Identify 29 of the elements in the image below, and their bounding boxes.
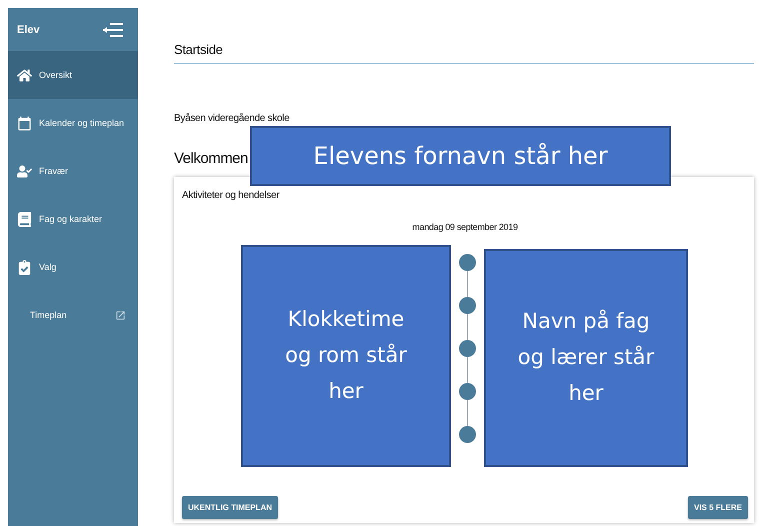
timeline-dot bbox=[459, 254, 476, 271]
sidebar-item[interactable]: Valg bbox=[8, 243, 138, 291]
sidebar-item[interactable]: Oversikt bbox=[8, 51, 138, 99]
card-title: Aktiviteter og hendelser bbox=[182, 190, 280, 201]
person-check-icon bbox=[17, 164, 32, 178]
weekly-schedule-button[interactable]: UKENTLIG TIMEPLAN bbox=[182, 496, 278, 519]
subject-overlay: Navn på fag og lærer står her bbox=[484, 249, 688, 467]
show-more-button[interactable]: VIS 5 FLERE bbox=[688, 496, 748, 519]
clipboard-check-icon bbox=[17, 260, 32, 274]
timeline-dot bbox=[459, 426, 476, 443]
sidebar-item[interactable]: Kalender og timeplan bbox=[8, 99, 138, 147]
timeline-dot bbox=[459, 340, 476, 357]
sidebar-item[interactable]: Fravær bbox=[8, 147, 138, 195]
name-overlay: Elevens fornavn står her bbox=[250, 126, 671, 186]
welcome-heading: Velkommen bbox=[174, 150, 248, 166]
time-overlay: Klokketime og rom står her bbox=[241, 245, 451, 467]
external-link-icon bbox=[115, 310, 126, 320]
book-icon bbox=[17, 212, 32, 226]
page-title: Startside bbox=[174, 42, 223, 57]
sidebar-title: Elev bbox=[17, 24, 40, 36]
home-icon bbox=[17, 68, 32, 82]
timeline-dot bbox=[459, 297, 476, 314]
school-name: Byåsen videregående skole bbox=[174, 113, 290, 124]
sidebar-item[interactable]: Timeplan bbox=[8, 291, 138, 339]
timeline-dot bbox=[459, 383, 476, 400]
sidebar-item[interactable]: Fag og karakter bbox=[8, 195, 138, 243]
collapse-menu-icon[interactable] bbox=[102, 22, 124, 36]
date-label: mandag 09 september 2019 bbox=[412, 222, 518, 232]
calendar-icon bbox=[17, 116, 32, 130]
